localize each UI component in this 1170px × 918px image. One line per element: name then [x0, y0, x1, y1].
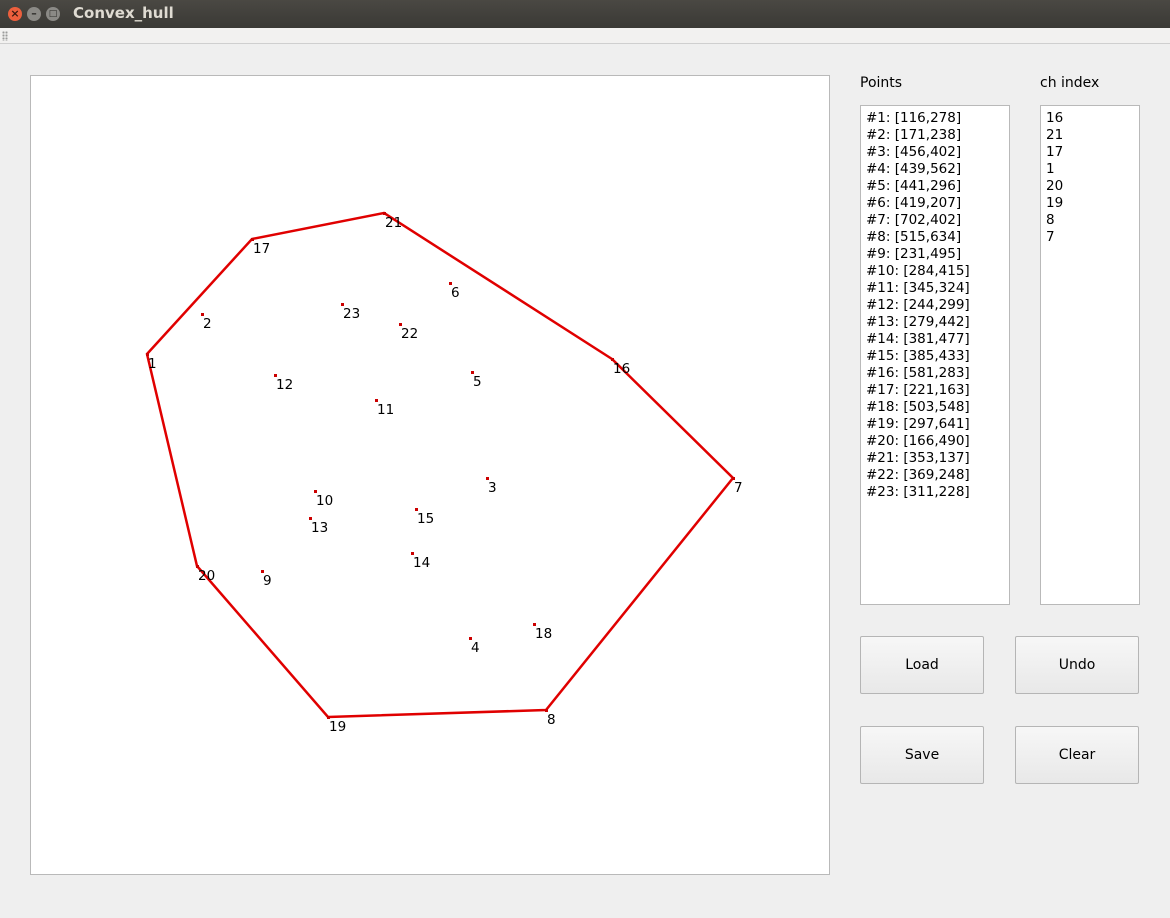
undo-button[interactable]: Undo [1015, 636, 1139, 694]
point-label: 22 [401, 326, 418, 342]
point-label: 5 [473, 374, 482, 390]
point-label: 14 [413, 555, 430, 571]
points-list-item[interactable]: #12: [244,299] [866, 297, 1009, 314]
window-title: Convex_hull [73, 4, 174, 22]
points-list-item[interactable]: #10: [284,415] [866, 263, 1009, 280]
drawing-canvas[interactable]: 1 2 3 4 5 6 7 8 9 10 11 12 13 14 15 16 17 18 19 20 21 22 23 [30, 75, 830, 875]
ch-index-label: ch index [1040, 75, 1100, 91]
points-list-item[interactable]: #8: [515,634] [866, 229, 1009, 246]
save-button[interactable]: Save [860, 726, 984, 784]
toolbar-grip-icon[interactable] [2, 31, 8, 41]
points-list-item[interactable]: #19: [297,641] [866, 416, 1009, 433]
points-label: Points [860, 75, 903, 91]
point-label: 6 [451, 285, 460, 301]
points-list-item[interactable]: #16: [581,283] [866, 365, 1009, 382]
load-button[interactable]: Load [860, 636, 984, 694]
point-label: 7 [734, 480, 743, 496]
points-list-item[interactable]: #7: [702,402] [866, 212, 1009, 229]
points-list-item[interactable]: #11: [345,324] [866, 280, 1009, 297]
minimize-icon[interactable]: – [27, 7, 41, 21]
point-label: 19 [329, 719, 346, 735]
title-bar: × – □ Convex_hull [0, 0, 1170, 28]
menu-bar [0, 28, 1170, 44]
points-list-item[interactable]: #17: [221,163] [866, 382, 1009, 399]
points-list-item[interactable]: #3: [456,402] [866, 144, 1009, 161]
point-label: 21 [385, 215, 402, 231]
point-label: 16 [613, 361, 630, 377]
hull-plot[interactable]: 1234567891011121314151617181920212223 [31, 76, 829, 874]
points-list-item[interactable]: #22: [369,248] [866, 467, 1009, 484]
points-list-item[interactable]: #9: [231,495] [866, 246, 1009, 263]
ch-index-item[interactable]: 16 [1046, 110, 1139, 127]
points-list-item[interactable]: #14: [381,477] [866, 331, 1009, 348]
points-list-item[interactable]: #20: [166,490] [866, 433, 1009, 450]
points-list-item[interactable]: #5: [441,296] [866, 178, 1009, 195]
convex-hull-outline [145, 211, 735, 719]
points-list-item[interactable]: #6: [419,207] [866, 195, 1009, 212]
points-list-item[interactable]: #13: [279,442] [866, 314, 1009, 331]
points-list-item[interactable]: #2: [171,238] [866, 127, 1009, 144]
ch-index-item[interactable]: 17 [1046, 144, 1139, 161]
point-label: 13 [311, 520, 328, 536]
ch-index-item[interactable]: 19 [1046, 195, 1139, 212]
point-label: 3 [488, 480, 497, 496]
close-icon[interactable]: × [8, 7, 22, 21]
points-list-item[interactable]: #21: [353,137] [866, 450, 1009, 467]
point-label: 20 [198, 568, 215, 584]
point-label: 4 [471, 640, 480, 656]
ch-index-item[interactable]: 20 [1046, 178, 1139, 195]
points-list-item[interactable]: #4: [439,562] [866, 161, 1009, 178]
point-label: 8 [547, 712, 556, 728]
points-list-item[interactable]: #15: [385,433] [866, 348, 1009, 365]
points-list-item[interactable]: #23: [311,228] [866, 484, 1009, 501]
ch-index-list[interactable]: 16 21 17 1 20 19 8 7 [1040, 105, 1140, 605]
point-label: 15 [417, 511, 434, 527]
point-label: 18 [535, 626, 552, 642]
ch-index-item[interactable]: 1 [1046, 161, 1139, 178]
point-label: 1 [148, 356, 157, 372]
points-list[interactable]: #1: [116,278] #2: [171,238] #3: [456,402] #… [860, 105, 1010, 605]
clear-button[interactable]: Clear [1015, 726, 1139, 784]
point-label: 10 [316, 493, 333, 509]
point-label: 11 [377, 402, 394, 418]
points-list-item[interactable]: #18: [503,548] [866, 399, 1009, 416]
point-label: 12 [276, 377, 293, 393]
point-label: 9 [263, 573, 272, 589]
ch-index-item[interactable]: 7 [1046, 229, 1139, 246]
ch-index-item[interactable]: 21 [1046, 127, 1139, 144]
point-label: 23 [343, 306, 360, 322]
point-label: 2 [203, 316, 212, 332]
points-list-item[interactable]: #1: [116,278] [866, 110, 1009, 127]
point-label: 17 [253, 241, 270, 257]
ch-index-item[interactable]: 8 [1046, 212, 1139, 229]
maximize-icon[interactable]: □ [46, 7, 60, 21]
